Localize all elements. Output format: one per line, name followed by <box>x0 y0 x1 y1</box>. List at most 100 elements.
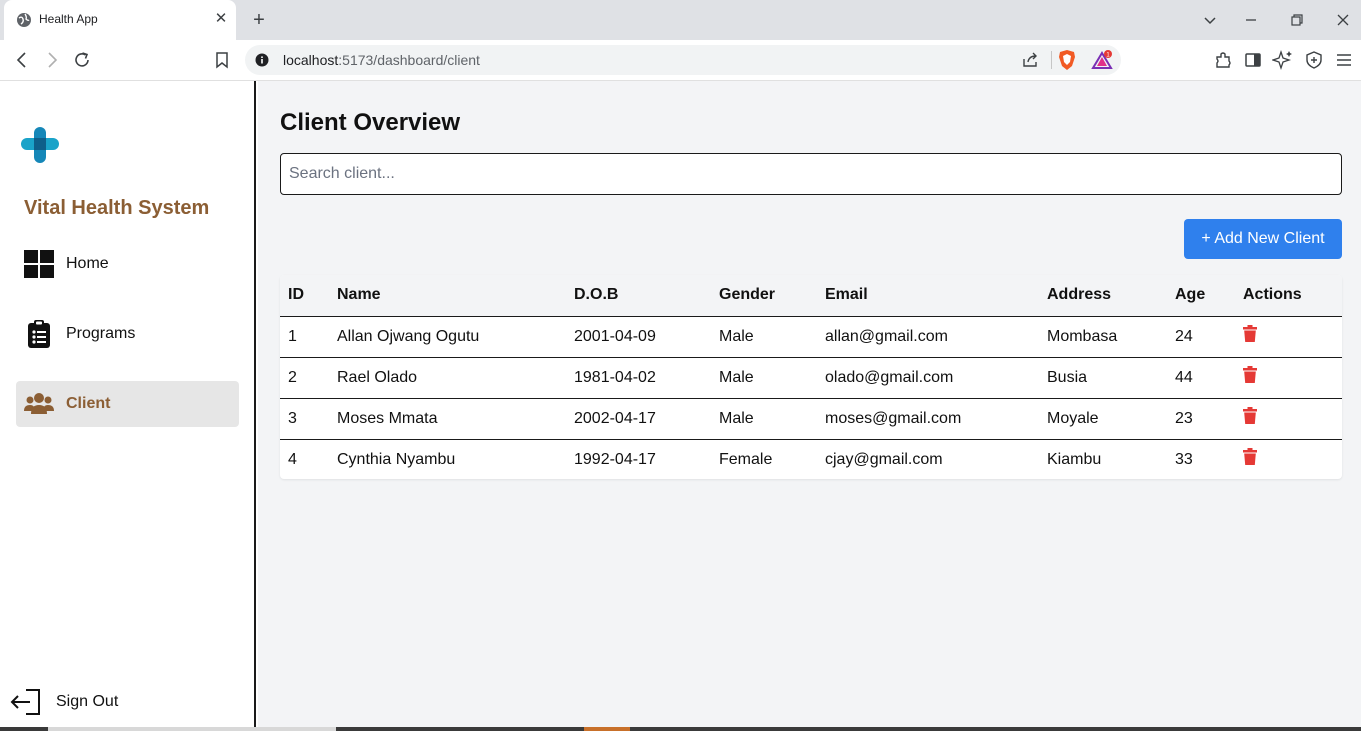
globe-icon <box>17 13 31 27</box>
add-new-client-button[interactable]: + Add New Client <box>1184 219 1342 259</box>
cell-age: 33 <box>1175 450 1193 468</box>
browser-tab[interactable]: Health App ✕ <box>4 0 236 40</box>
cell-email: moses@gmail.com <box>817 398 1039 440</box>
tab-close-icon[interactable]: ✕ <box>212 10 230 28</box>
cell-name: Cynthia Nyambu <box>337 450 456 468</box>
omnibox-divider <box>1051 51 1052 69</box>
main-content: Client Overview + Add New Client ID Name… <box>258 81 1361 731</box>
cell-name: Rael Olado <box>329 357 566 399</box>
cell-actions <box>1235 398 1342 440</box>
close-window-icon[interactable] <box>1333 10 1353 30</box>
column-header-name: Name <box>329 275 566 317</box>
cell-email: cjay@gmail.com <box>825 450 943 468</box>
grid-icon <box>24 250 54 278</box>
menu-icon[interactable] <box>1333 49 1355 71</box>
brave-shields-icon[interactable] <box>1057 49 1077 71</box>
sidebar-item-label: Programs <box>66 325 136 342</box>
cell-address: Busia <box>1039 357 1167 399</box>
restore-icon[interactable] <box>1287 10 1307 30</box>
column-header-email: Email <box>817 275 1039 317</box>
table-header-row: ID Name D.O.B Gender Email Address Age A… <box>280 275 1342 317</box>
browser-toolbar: localhost:5173/dashboard/client 1 <box>0 40 1361 81</box>
taskbar-segment <box>48 727 336 731</box>
clients-table: ID Name D.O.B Gender Email Address Age A… <box>280 275 1342 479</box>
cell-id: 1 <box>280 316 329 358</box>
cell-email: olado@gmail.com <box>817 357 1039 399</box>
page-title: Client Overview <box>280 109 461 136</box>
trash-icon[interactable] <box>1243 365 1257 383</box>
minimize-icon[interactable] <box>1241 10 1261 30</box>
reload-icon[interactable] <box>71 49 93 71</box>
table-row: 4 Cynthia Nyambu 1992-04-17 Female cjay@… <box>280 439 1342 479</box>
medical-cross-logo-icon <box>21 127 59 163</box>
taskbar-segment-active <box>584 727 630 731</box>
cell-id: 2 <box>280 357 329 399</box>
address-bar[interactable]: localhost:5173/dashboard/client 1 <box>245 45 1121 75</box>
share-icon[interactable] <box>1021 51 1039 69</box>
cell-gender: Male <box>711 316 817 358</box>
sidebar-item-client[interactable]: Client <box>16 381 239 427</box>
cell-gender: Female <box>719 450 773 468</box>
cell-id: 4 <box>288 450 297 468</box>
cell-actions <box>1235 439 1342 479</box>
tab-title: Health App <box>39 12 98 26</box>
site-info-icon[interactable] <box>255 53 269 67</box>
column-header-id: ID <box>280 275 329 317</box>
brave-rewards-icon[interactable]: 1 <box>1091 50 1113 70</box>
clipboard-list-icon <box>28 320 50 348</box>
cell-gender: Male <box>711 357 817 399</box>
taskbar-strip <box>0 727 1361 731</box>
sidebar-toggle-icon[interactable] <box>1242 49 1264 71</box>
cell-dob: 2001-04-09 <box>566 316 711 358</box>
sign-out-icon <box>10 689 40 715</box>
browser-tab-bar: Health App ✕ + <box>0 0 1361 40</box>
url-text: localhost:5173/dashboard/client <box>283 52 480 68</box>
table-row: 1 Allan Ojwang Ogutu 2001-04-09 Male all… <box>280 316 1342 358</box>
trash-icon[interactable] <box>1243 406 1257 424</box>
new-tab-icon[interactable]: + <box>248 9 270 31</box>
cell-address: Kiambu <box>1047 450 1102 468</box>
extensions-icon[interactable] <box>1212 49 1234 71</box>
column-header-age: Age <box>1167 275 1235 317</box>
sidebar-item-programs[interactable]: Programs <box>16 311 239 357</box>
vpn-shield-icon[interactable] <box>1303 49 1325 71</box>
sidebar: Vital Health System Home Programs Client… <box>0 81 256 731</box>
cell-name: Allan Ojwang Ogutu <box>329 316 566 358</box>
back-icon[interactable] <box>11 49 33 71</box>
cell-email: allan@gmail.com <box>817 316 1039 358</box>
search-input[interactable] <box>280 153 1342 195</box>
column-header-actions: Actions <box>1235 275 1342 317</box>
column-header-dob: D.O.B <box>566 275 711 317</box>
cell-dob: 1992-04-17 <box>574 450 656 468</box>
brand-title: Vital Health System <box>24 197 210 219</box>
table-row: 2 Rael Olado 1981-04-02 Male olado@gmail… <box>280 357 1342 399</box>
trash-icon[interactable] <box>1243 324 1257 342</box>
table-row: 3 Moses Mmata 2002-04-17 Male moses@gmai… <box>280 398 1342 440</box>
url-path: :5173/dashboard/client <box>338 52 480 68</box>
column-header-gender: Gender <box>711 275 817 317</box>
bookmark-icon[interactable] <box>211 49 233 71</box>
sidebar-item-label: Home <box>66 255 109 272</box>
cell-dob: 2002-04-17 <box>566 398 711 440</box>
cell-age: 24 <box>1167 316 1235 358</box>
leo-ai-icon[interactable] <box>1272 49 1294 71</box>
sign-out-label: Sign Out <box>56 693 119 710</box>
cell-dob: 1981-04-02 <box>566 357 711 399</box>
cell-name: Moses Mmata <box>329 398 566 440</box>
sign-out-button[interactable]: Sign Out <box>10 686 150 718</box>
cell-actions <box>1235 357 1342 399</box>
cell-age: 44 <box>1167 357 1235 399</box>
sidebar-item-label: Client <box>66 395 111 412</box>
cell-gender: Male <box>711 398 817 440</box>
cell-age: 23 <box>1167 398 1235 440</box>
cell-id: 3 <box>280 398 329 440</box>
cell-address: Mombasa <box>1039 316 1167 358</box>
forward-icon[interactable] <box>41 49 63 71</box>
column-header-address: Address <box>1039 275 1167 317</box>
url-host: localhost <box>283 52 339 68</box>
sidebar-item-home[interactable]: Home <box>16 241 239 287</box>
cell-actions <box>1235 316 1342 358</box>
tab-search-chevron-icon[interactable] <box>1200 10 1220 30</box>
trash-icon[interactable] <box>1243 448 1257 466</box>
cell-address: Moyale <box>1039 398 1167 440</box>
